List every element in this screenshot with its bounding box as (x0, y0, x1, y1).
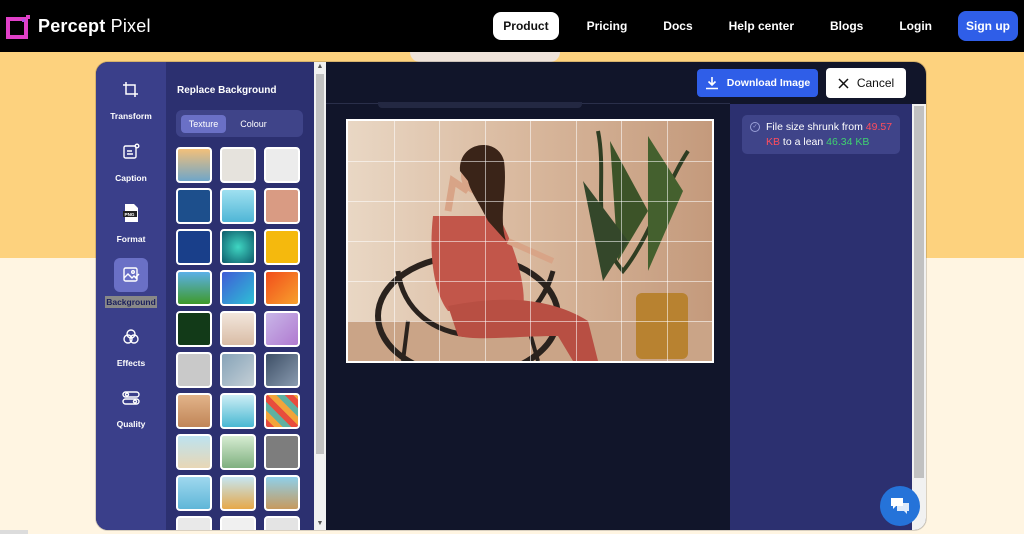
grid-line (348, 281, 712, 282)
texture-thumbnail[interactable] (264, 147, 300, 183)
tool-background[interactable]: Background (96, 258, 166, 310)
effects-icon (114, 320, 148, 354)
image-editor-modal: Transform Caption PNG Format Background … (96, 62, 926, 530)
texture-thumbnail[interactable] (176, 434, 212, 470)
texture-thumbnail[interactable] (176, 188, 212, 224)
texture-thumbnail[interactable] (264, 311, 300, 347)
nav-product[interactable]: Product (493, 12, 559, 40)
nav-blogs[interactable]: Blogs (812, 19, 881, 33)
texture-thumbnail[interactable] (220, 516, 256, 530)
texture-thumbnail[interactable] (220, 229, 256, 265)
sliders-icon (114, 381, 148, 415)
tab-colour[interactable]: Colour (231, 115, 276, 133)
texture-thumbnail[interactable] (264, 270, 300, 306)
cancel-label: Cancel (856, 76, 895, 90)
notice-text: to a lean (780, 136, 827, 148)
info-sidebar (730, 104, 912, 530)
texture-thumbnail[interactable] (176, 516, 212, 530)
tab-texture[interactable]: Texture (181, 115, 226, 133)
canvas-handle (378, 102, 582, 108)
tool-rail: Transform Caption PNG Format Background … (96, 62, 166, 530)
background-panel: Replace Background Texture Colour (166, 62, 314, 530)
tool-caption[interactable]: Caption (96, 135, 166, 183)
texture-thumbnail[interactable] (220, 475, 256, 511)
cancel-button[interactable]: Cancel (826, 68, 906, 98)
scrollbar-thumb[interactable] (316, 74, 324, 454)
notice-text: File size shrunk from (766, 121, 866, 133)
texture-thumbnail[interactable] (220, 311, 256, 347)
texture-thumbnail[interactable] (220, 270, 256, 306)
scroll-up-icon[interactable]: ▲ (316, 63, 324, 71)
texture-thumbnail[interactable] (220, 434, 256, 470)
texture-thumbnail[interactable] (220, 393, 256, 429)
tool-label: Effects (116, 358, 146, 368)
close-icon (838, 77, 849, 89)
canvas-toolbar (326, 62, 730, 104)
download-image-button[interactable]: Download Image (697, 69, 818, 97)
download-label: Download Image (726, 77, 811, 89)
panel-title: Replace Background (177, 85, 277, 96)
png-file-icon: PNG (114, 196, 148, 230)
tool-label: Background (105, 296, 157, 308)
texture-thumbnail[interactable] (220, 147, 256, 183)
edited-photo[interactable] (346, 119, 714, 363)
svg-text:PNG: PNG (125, 212, 135, 217)
texture-thumbnail[interactable] (264, 229, 300, 265)
brand-name: Percept Pixel (38, 15, 151, 36)
texture-thumbnail[interactable] (220, 188, 256, 224)
texture-thumbnail[interactable] (264, 434, 300, 470)
image-edit-icon (114, 258, 148, 292)
check-circle-icon: ✓ (750, 122, 760, 132)
scroll-down-icon[interactable]: ▼ (316, 520, 324, 528)
texture-thumbnail[interactable] (264, 516, 300, 530)
tool-label: Quality (116, 419, 146, 429)
panel-scrollbar[interactable]: ▲ ▼ (314, 62, 326, 530)
tool-label: Format (116, 234, 146, 244)
texture-thumbnail[interactable] (176, 229, 212, 265)
top-navigation: Percept Pixel Product Pricing Docs Help … (0, 0, 1024, 52)
texture-thumbnail[interactable] (176, 147, 212, 183)
tool-label: Caption (115, 173, 147, 183)
texture-thumbnail[interactable] (264, 188, 300, 224)
file-size-notice: ✓ File size shrunk from 49.57 KB to a le… (742, 115, 900, 154)
texture-thumbnail[interactable] (264, 475, 300, 511)
new-size: 46.34 KB (826, 136, 870, 148)
tool-quality[interactable]: Quality (96, 381, 166, 429)
page-scrollbar[interactable] (0, 530, 28, 534)
nav-help-center[interactable]: Help center (711, 19, 812, 33)
brand[interactable]: Percept Pixel (6, 13, 151, 39)
texture-thumbnail[interactable] (176, 270, 212, 306)
tool-label: Transform (110, 111, 152, 121)
chat-icon (891, 498, 909, 514)
grid-line (348, 321, 712, 322)
sign-up-button[interactable]: Sign up (958, 11, 1018, 41)
texture-thumbnail[interactable] (176, 393, 212, 429)
nav-docs[interactable]: Docs (645, 19, 710, 33)
texture-thumbnail[interactable] (220, 352, 256, 388)
grid-line (348, 241, 712, 242)
tool-transform[interactable]: Transform (96, 73, 166, 121)
texture-thumbnail[interactable] (176, 475, 212, 511)
texture-thumbnail[interactable] (264, 352, 300, 388)
grid-line (348, 161, 712, 162)
tool-format[interactable]: PNG Format (96, 196, 166, 244)
nav-login[interactable]: Login (881, 19, 950, 33)
tool-effects[interactable]: Effects (96, 320, 166, 368)
texture-thumbnail[interactable] (176, 311, 212, 347)
grid-line (348, 201, 712, 202)
sidebar-scrollbar-thumb[interactable] (914, 106, 924, 478)
caption-icon (114, 135, 148, 169)
logo-icon (6, 13, 32, 39)
nav-pricing[interactable]: Pricing (569, 19, 646, 33)
download-icon (705, 77, 718, 90)
texture-thumbnail[interactable] (264, 393, 300, 429)
chat-widget-button[interactable] (880, 486, 920, 526)
background-type-tabs: Texture Colour (176, 110, 303, 137)
sidebar-scrollbar[interactable] (912, 104, 926, 530)
crop-icon (114, 73, 148, 107)
texture-thumbnail[interactable] (176, 352, 212, 388)
hero-image-peek (410, 52, 560, 62)
